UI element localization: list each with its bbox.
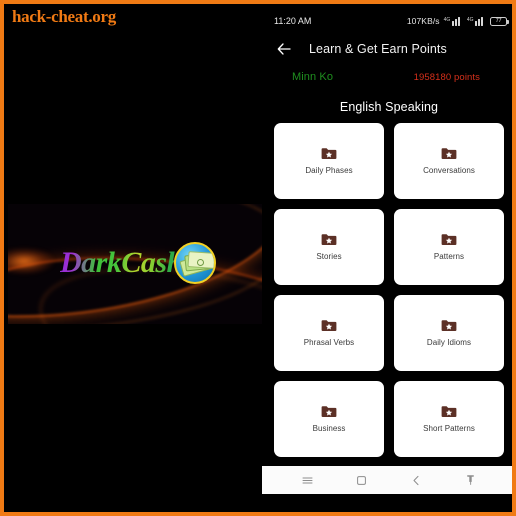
- category-card[interactable]: Daily Idioms: [394, 295, 504, 371]
- phone-screen: 11:20 AM 107KB/s 4G 4G 77 Learn & Get Ea…: [262, 8, 512, 512]
- menu-recents-icon[interactable]: [294, 469, 320, 491]
- nav-bar-filler: [262, 494, 512, 512]
- network-speed-text: 107KB/s: [406, 16, 440, 26]
- signal-sim1-icon: 4G: [444, 16, 463, 26]
- signal-sim2-icon: 4G: [467, 16, 486, 26]
- back-arrow-icon[interactable]: [276, 41, 292, 57]
- section-title: English Speaking: [339, 100, 439, 114]
- folder-star-icon: [321, 405, 337, 418]
- user-info-row: Minn Ko 1958180 points: [262, 64, 512, 90]
- category-card-label: Daily Phases: [305, 166, 353, 175]
- page-title: Learn & Get Earn Points: [309, 42, 447, 56]
- folder-star-icon: [441, 319, 457, 332]
- folder-star-icon: [321, 147, 337, 160]
- category-card[interactable]: Daily Phases: [274, 123, 384, 199]
- category-card-label: Phrasal Verbs: [303, 338, 355, 347]
- category-card[interactable]: Stories: [274, 209, 384, 285]
- screenshot-frame: hack-cheat.org DarkCash 11:20 AM 107KB/s: [0, 0, 516, 516]
- watermark-text: hack-cheat.org: [12, 7, 116, 26]
- category-card[interactable]: Phrasal Verbs: [274, 295, 384, 371]
- category-card[interactable]: Conversations: [394, 123, 504, 199]
- app-bar: Learn & Get Earn Points: [262, 34, 512, 64]
- money-bills-icon: [173, 242, 216, 284]
- home-square-icon[interactable]: [349, 469, 375, 491]
- battery-level-text: 77: [495, 18, 502, 24]
- category-card-label: Stories: [316, 252, 342, 261]
- status-bar: 11:20 AM 107KB/s 4G 4G 77: [262, 8, 512, 34]
- category-card-label: Business: [312, 424, 346, 433]
- back-chevron-icon[interactable]: [403, 469, 429, 491]
- folder-star-icon: [321, 319, 337, 332]
- category-card-label: Conversations: [423, 166, 475, 175]
- category-card-label: Patterns: [433, 252, 465, 261]
- category-card-label: Short Patterns: [423, 424, 475, 433]
- category-card[interactable]: Business: [274, 381, 384, 457]
- folder-star-icon: [441, 147, 457, 160]
- battery-icon: 77: [490, 16, 509, 26]
- category-grid: Daily Phases Conversations Stories Patterns…: [262, 123, 512, 457]
- darkcash-logo-text: DarkCash: [60, 246, 183, 279]
- user-name: Minn Ko: [292, 71, 334, 83]
- category-card[interactable]: Short Patterns: [394, 381, 504, 457]
- promo-banner: DarkCash: [8, 204, 262, 324]
- android-nav-bar: [262, 466, 512, 494]
- darkcash-logo: DarkCash: [60, 242, 216, 284]
- folder-star-icon: [441, 233, 457, 246]
- folder-star-icon: [441, 405, 457, 418]
- category-card-label: Daily Idioms: [426, 338, 472, 347]
- wave-glow: [8, 248, 54, 274]
- status-time: 11:20 AM: [274, 16, 312, 26]
- pin-icon[interactable]: [458, 469, 484, 491]
- folder-star-icon: [321, 233, 337, 246]
- category-card[interactable]: Patterns: [394, 209, 504, 285]
- user-points: 1958180 points: [413, 71, 480, 83]
